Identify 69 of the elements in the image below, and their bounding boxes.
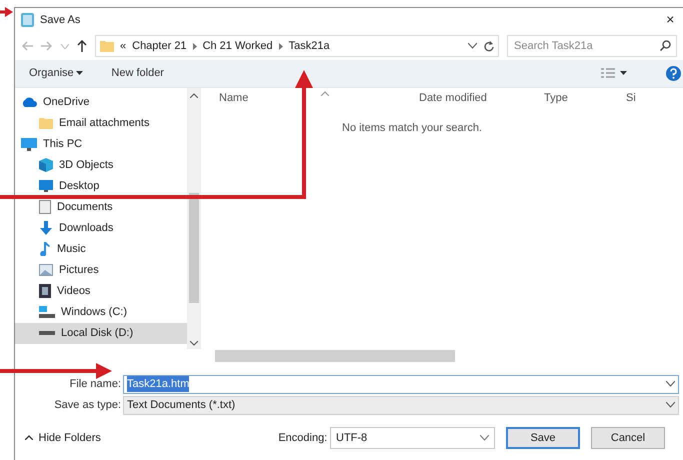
- chevron-icon: [61, 44, 69, 49]
- drive-icon: [39, 306, 55, 318]
- nav-item[interactable]: Pictures: [15, 260, 187, 281]
- column-header[interactable]: Name: [201, 90, 419, 107]
- nav-item[interactable]: Email attachments: [15, 112, 187, 134]
- picture-icon: [39, 264, 53, 276]
- document-icon: [39, 200, 51, 214]
- nav-item[interactable]: OneDrive: [15, 92, 187, 113]
- back-arrow-icon: [21, 41, 33, 52]
- chevron-up-icon: [25, 435, 33, 440]
- window-title: Save As: [40, 13, 80, 28]
- field-label: File name:: [68, 376, 122, 392]
- caret-icon: [76, 71, 84, 76]
- scroll-down-icon: [190, 340, 198, 346]
- refresh-icon: [483, 40, 494, 52]
- folder-icon: [100, 40, 114, 52]
- search-field[interactable]: Search Task21a: [507, 35, 677, 58]
- download-icon: [39, 221, 53, 236]
- field-label: Save as type:: [53, 398, 122, 414]
- view-list-icon: [600, 68, 614, 79]
- help-icon: [666, 66, 681, 81]
- encoding-dropdown[interactable]: UTF-8: [330, 426, 495, 449]
- annotation-arrow: [0, 7, 13, 17]
- desktop-icon: [39, 180, 53, 192]
- nav-item[interactable]: 3D Objects: [15, 154, 187, 176]
- music-note-icon: [39, 242, 51, 256]
- breadcrumb-link[interactable]: Chapter 21: [132, 38, 187, 55]
- nav-item[interactable]: Music: [15, 238, 187, 260]
- dropdown-caret-icon: [480, 434, 489, 441]
- vertical-scrollbar[interactable]: [187, 88, 201, 349]
- new-folder-button[interactable]: New folder: [111, 65, 164, 82]
- caret-icon: [620, 71, 627, 76]
- save-button[interactable]: Save: [506, 426, 580, 449]
- nav-item[interactable]: Desktop: [15, 176, 187, 197]
- nav-item[interactable]: Documents: [15, 196, 187, 218]
- file-type-dropdown[interactable]: Text Documents (*.txt): [123, 396, 679, 415]
- column-header[interactable]: Type: [544, 90, 626, 107]
- film-icon: [39, 284, 51, 298]
- nav-item[interactable]: Windows (C:): [15, 302, 187, 323]
- computer-icon: [21, 138, 37, 151]
- folder-icon: [39, 117, 53, 130]
- nav-item[interactable]: Videos: [15, 280, 187, 302]
- encoding-label: Encoding:: [278, 430, 328, 446]
- dropdown-caret-icon: [666, 381, 675, 388]
- cancel-button[interactable]: Cancel: [591, 426, 665, 449]
- nav-item[interactable]: Local Disk (D:): [15, 322, 187, 344]
- cube-icon: [39, 158, 53, 172]
- hide-folders-button[interactable]: Hide Folders: [25, 430, 101, 446]
- cloud-icon: [21, 97, 37, 108]
- breadcrumb-link[interactable]: Ch 21 Worked: [202, 38, 273, 55]
- chevron-icon: [192, 42, 197, 50]
- file-name-field[interactable]: Task21a.htm: [123, 374, 679, 394]
- search-icon: [660, 40, 671, 52]
- view-menu[interactable]: [600, 68, 627, 79]
- chevron-icon: [278, 42, 283, 50]
- dropdown-caret-icon: [468, 43, 477, 50]
- column-header[interactable]: Date modified: [419, 90, 544, 107]
- column-header[interactable]: Si: [626, 90, 646, 107]
- nav-item[interactable]: Downloads: [15, 218, 187, 239]
- breadcrumb-link[interactable]: Task21a: [288, 38, 330, 55]
- address-bar[interactable]: « Chapter 21 Ch 21 Worked Task21a: [95, 35, 499, 58]
- scroll-up-icon: [190, 92, 198, 98]
- up-arrow-icon: [77, 40, 87, 52]
- dropdown-caret-icon: [666, 402, 675, 408]
- forward-arrow-icon: [41, 41, 53, 52]
- nav-item[interactable]: This PC: [15, 134, 187, 155]
- organise-menu[interactable]: Organise: [29, 65, 84, 82]
- close-button[interactable]: ×: [666, 10, 674, 31]
- overflow-chevron[interactable]: «: [120, 38, 126, 55]
